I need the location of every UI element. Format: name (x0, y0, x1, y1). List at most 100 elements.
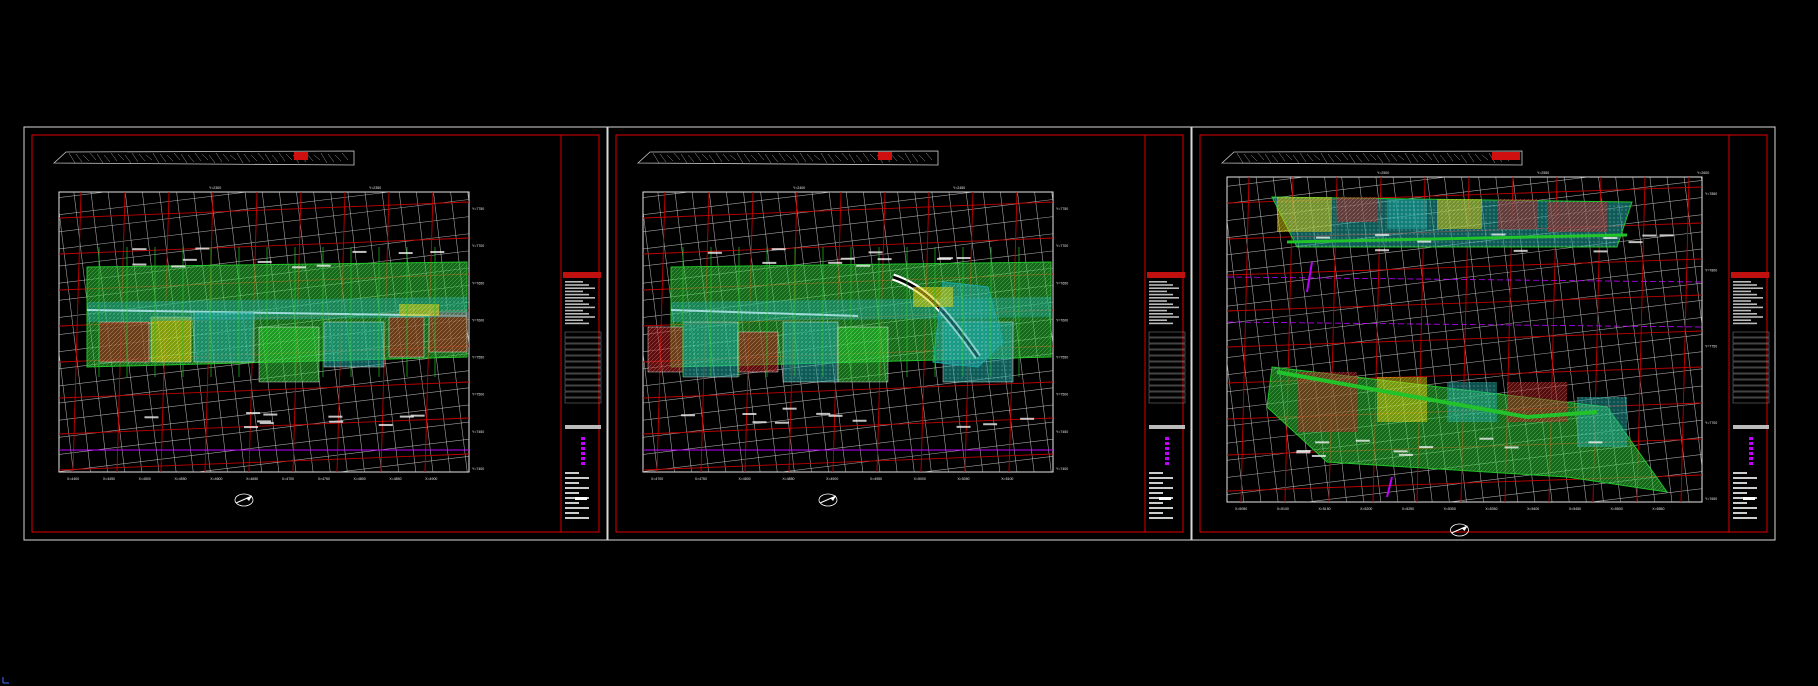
grid-label-bottom: X=4800 (354, 477, 366, 481)
plan-hatches (643, 247, 1053, 451)
hatch-block (837, 326, 889, 383)
grid-label-right: Y=7750 (1705, 345, 1717, 349)
grid-label-right: Y=7750 (472, 207, 484, 211)
grid-label-right: Y=7650 (1705, 497, 1717, 501)
grid-label-right: Y=7700 (1705, 421, 1717, 425)
callout-tag (1355, 439, 1370, 442)
callout-tag (244, 426, 259, 429)
grid-label-right: Y=7650 (472, 281, 484, 285)
callout-tag (782, 407, 797, 410)
grid-label-right: Y=7700 (1056, 244, 1068, 248)
cad-model-space[interactable]: Y=7750 Y=7700 Y=7650 Y=7600 Y=7550 Y=7500 Y=74… (0, 0, 1818, 686)
grid-label-bottom: X=4700 (651, 477, 663, 481)
grid-label-top: Y=2300 (209, 186, 221, 190)
callout-tag (328, 415, 343, 418)
grid-label-right: Y=7600 (1056, 318, 1068, 322)
callout-tag (257, 420, 272, 423)
section-mark (1306, 261, 1313, 293)
key-plan (636, 150, 939, 166)
grid-label-bottom: X=4850 (389, 477, 401, 481)
grid-label-right: Y=7750 (1056, 207, 1068, 211)
callout-tag (852, 419, 867, 422)
yellow-block (399, 304, 439, 316)
north-arrow-icon (1450, 523, 1469, 537)
grid-label-bottom: X=4650 (246, 477, 258, 481)
callout-tag (1603, 237, 1618, 240)
grid-label-bottom: X=4950 (870, 477, 882, 481)
callout-tag (399, 415, 414, 418)
hatch-block (1387, 199, 1427, 229)
callout-tag (1316, 236, 1331, 239)
callout-tag (1020, 417, 1035, 420)
hatch-block (647, 326, 684, 373)
sheet-border (1191, 126, 1776, 541)
grid-label-bottom: X=5550 (1652, 507, 1664, 511)
key-plan (1220, 150, 1523, 166)
hatch-block (98, 321, 150, 363)
callout-tag (1315, 441, 1330, 444)
section-mark (1386, 476, 1393, 498)
callout-tag (828, 261, 843, 264)
callout-tag (132, 263, 147, 266)
plan-area (1226, 176, 1703, 503)
callout-tag (1419, 446, 1434, 449)
hatch-block (1277, 197, 1332, 232)
callout-tag (1491, 233, 1506, 236)
grid-label-bottom: X=4700 (282, 477, 294, 481)
callout-tag (742, 413, 757, 416)
grid-label-right: Y=7500 (472, 393, 484, 397)
grid-label-right: Y=7400 (1056, 467, 1068, 471)
callout-tag (292, 266, 307, 269)
callout-tag (956, 257, 971, 260)
callout-tag (1642, 234, 1657, 237)
callout-tag (1398, 453, 1413, 456)
grid-label-bottom: X=4450 (103, 477, 115, 481)
grid-label-right: Y=7700 (472, 244, 484, 248)
hatch-block (1437, 199, 1482, 229)
grid-label-bottom: X=5400 (1527, 507, 1539, 511)
coordinate-grid (1227, 177, 1702, 502)
grid-label-bottom: X=5050 (957, 477, 969, 481)
grid-label-bottom: X=4750 (695, 477, 707, 481)
callout-tag (1659, 234, 1674, 237)
callout-tag (1479, 437, 1494, 440)
grid-label-right: Y=7450 (472, 430, 484, 434)
callout-tag (771, 248, 786, 251)
callout-tag (430, 251, 445, 254)
drawing-canvas[interactable]: Y=7750 Y=7700 Y=7650 Y=7600 Y=7550 Y=7500 Y=74… (0, 0, 1818, 686)
callout-tag (263, 413, 278, 416)
callout-tag (352, 250, 367, 253)
grid-label-bottom: X=4750 (318, 477, 330, 481)
hatch-block (1337, 197, 1377, 222)
grid-label-right: Y=7550 (1056, 356, 1068, 360)
callout-tag (983, 423, 998, 426)
grid-label-bottom: X=5250 (1402, 507, 1414, 511)
north-arrow-icon (818, 493, 838, 507)
ucs-icon (2, 677, 9, 684)
grid-label-bottom: X=4400 (67, 477, 79, 481)
callout-tag (762, 261, 777, 264)
callout-tag (1311, 454, 1326, 457)
grid-label-top: Y=2450 (953, 186, 965, 190)
grid-label-bottom: X=5100 (1277, 507, 1289, 511)
grid-label-bottom: X=4900 (826, 477, 838, 481)
grid-label-top: Y=2500 (1377, 171, 1389, 175)
grid-label-bottom: X=4600 (210, 477, 222, 481)
grid-label-bottom: X=5150 (1318, 507, 1330, 511)
callout-tag (182, 258, 197, 261)
grid-label-bottom: X=5350 (1485, 507, 1497, 511)
key-plan (52, 150, 355, 166)
callout-tag (195, 247, 210, 250)
callout-tag (680, 414, 695, 417)
callout-tag (378, 424, 393, 427)
hatch-block (388, 316, 425, 358)
grid-label-top: Y=2350 (369, 186, 381, 190)
grid-label-bottom: X=4900 (425, 477, 437, 481)
title-block (1731, 272, 1770, 519)
callout-tag (774, 421, 789, 424)
title-block (563, 272, 602, 519)
grid-label-bottom: X=5450 (1569, 507, 1581, 511)
callout-tag (1628, 241, 1643, 244)
grid-label-bottom: X=4850 (782, 477, 794, 481)
callout-tag (144, 416, 159, 419)
